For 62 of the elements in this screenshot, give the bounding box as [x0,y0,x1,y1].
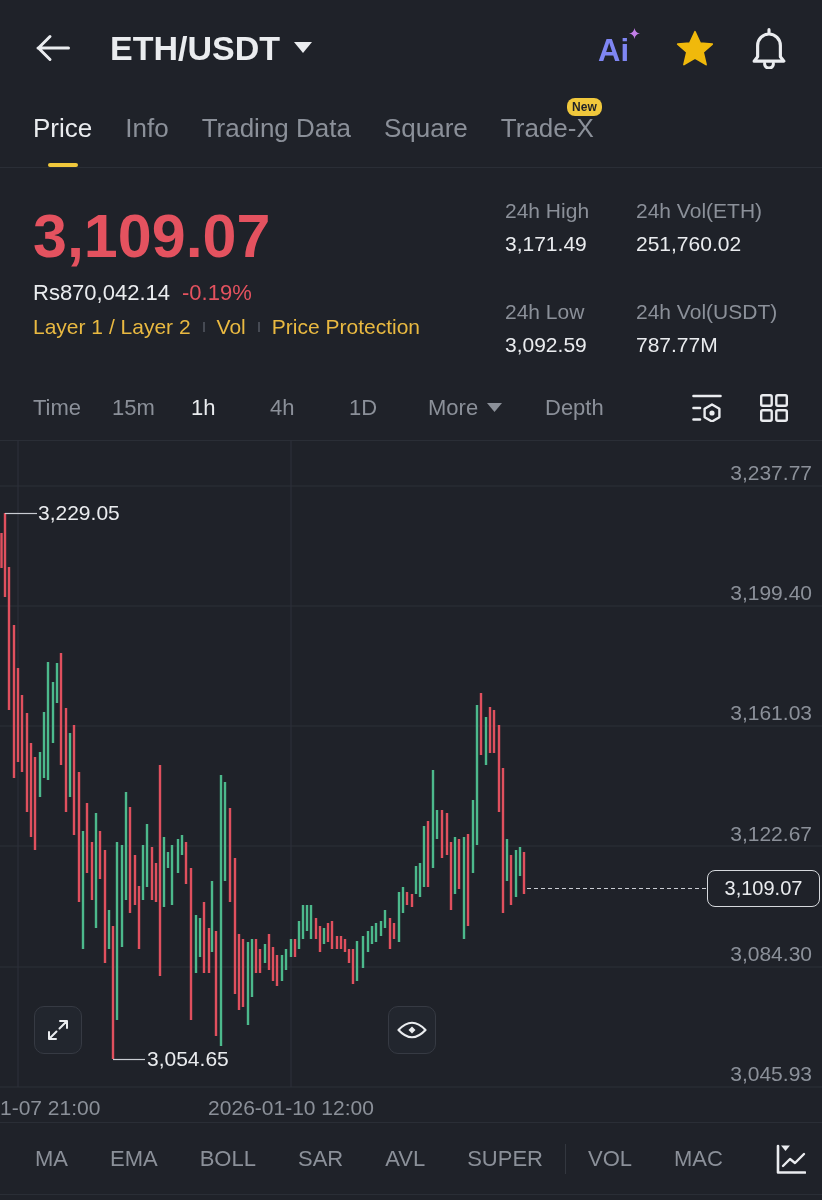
ai-button[interactable]: Ai [598,27,640,68]
tab[interactable]: Price [33,95,93,167]
stat-value: 3,171.49 [505,231,588,257]
stat-value: 3,092.59 [505,331,588,358]
y-axis-label: 3,045.93 [730,1062,812,1086]
sparkle-icon [629,27,640,39]
indicator-tab[interactable]: SAR [297,1144,344,1173]
stat-label: 24h Vol(ETH) [636,198,764,224]
bell-icon[interactable] [750,26,788,69]
indicator-tab[interactable]: SUPER [467,1144,543,1173]
tag-link[interactable]: Layer 1 / Layer 2 [33,314,191,340]
last-price: 3,109.07 [33,204,272,268]
grid-icon[interactable] [760,393,788,422]
indicator-tab[interactable]: VOL [587,1144,632,1173]
x-axis-label: 1-07 21:00 [0,1096,101,1120]
y-axis-label: 3,084.30 [730,941,812,966]
x-axis-label: 2026-01-10 12:00 [208,1096,374,1120]
tag-link[interactable]: Price Protection [271,314,421,340]
price-change: -0.19% [182,280,252,306]
eye-button[interactable] [388,1006,436,1054]
stat-value: 787.77M [636,331,719,358]
tab[interactable]: Square [383,95,468,167]
expand-icon [46,1018,70,1042]
tag-link[interactable]: Vol [216,314,246,340]
high-leader-line [4,512,38,515]
pair-selector[interactable]: ETH/USDT [110,27,312,68]
interval-tab[interactable]: 1D [349,393,428,422]
stat-label: 24h High [505,198,591,224]
interval-tab[interactable]: 1h [191,393,270,422]
interval-tab[interactable]: Time [33,393,112,422]
indicator-tab[interactable]: BOLL [199,1144,256,1173]
back-arrow-icon[interactable] [36,33,70,62]
low-leader-line [112,1058,146,1061]
caret-icon [487,403,503,412]
y-axis-label: 3,237.77 [730,461,812,485]
eye-icon [397,1021,427,1039]
local-currency-price: Rs870,042.14 [33,280,170,306]
last-price-tag: 3,109.07 [707,870,820,907]
indicator-tab[interactable]: MAC [674,1144,723,1173]
low-price-label: 3,054.65 [147,1047,229,1071]
interval-tab[interactable]: 15m [112,393,191,422]
tab[interactable]: Trading Data [201,95,351,167]
chart-settings-icon[interactable] [692,393,722,422]
stat-value: 251,760.02 [636,231,743,257]
star-icon[interactable] [676,29,714,66]
tab[interactable]: Info [125,95,169,167]
y-axis-label: 3,161.03 [730,701,812,726]
fullscreen-button[interactable] [34,1006,82,1054]
stat-label: 24h Low [505,298,586,325]
indicator-tab[interactable]: EMA [110,1144,158,1173]
interval-tab[interactable]: 4h [270,393,349,422]
high-price-label: 3,229.05 [38,501,120,525]
y-axis-label: 3,122.67 [730,821,812,846]
indicator-tab[interactable]: MA [35,1144,68,1173]
stat-label: 24h Vol(USDT) [636,298,779,325]
interval-tab[interactable]: Depth [545,393,624,422]
y-axis-label: 3,199.40 [730,581,812,606]
more-menu-button[interactable]: More [428,393,507,422]
new-badge: New [567,98,602,116]
caret-icon [294,42,312,53]
indicator-tab[interactable]: AVL [385,1144,426,1173]
line-chart-icon[interactable] [776,1144,806,1174]
